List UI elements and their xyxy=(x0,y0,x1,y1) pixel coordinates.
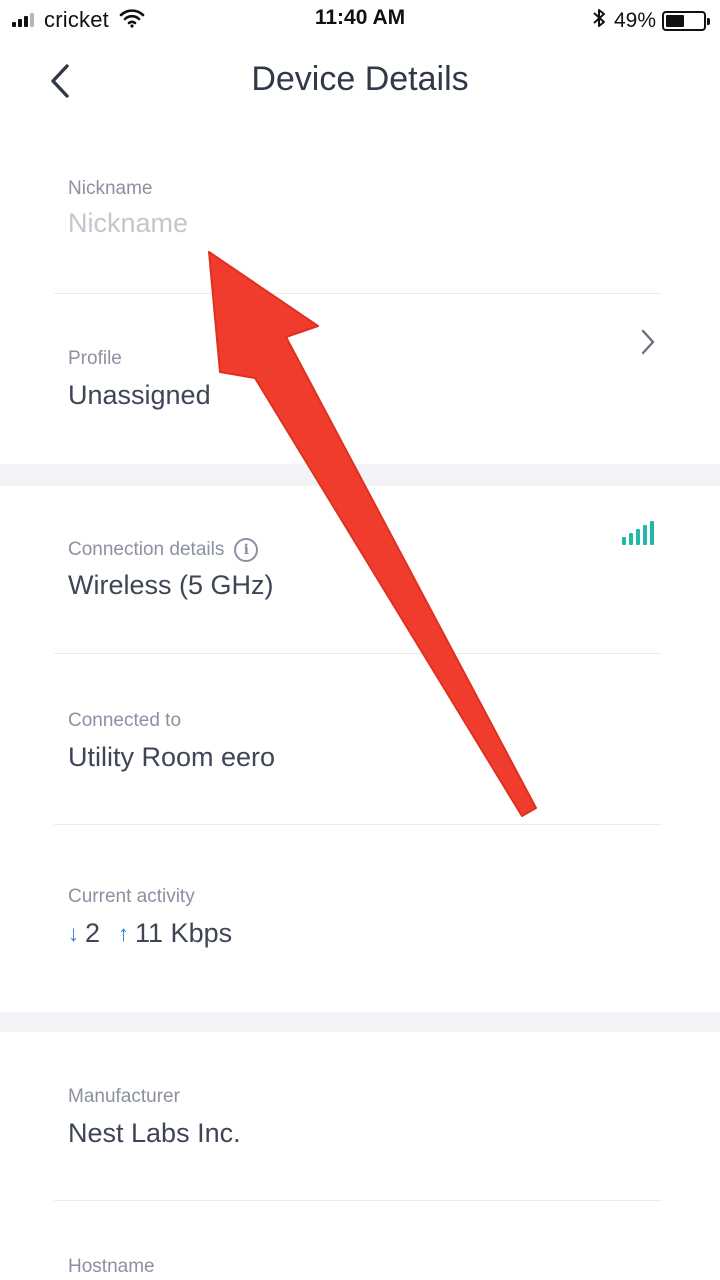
nav-header: Device Details xyxy=(0,40,720,124)
connected-to-row: Connected to Utility Room eero xyxy=(0,654,720,825)
nickname-row[interactable]: Nickname xyxy=(0,124,720,294)
row-divider xyxy=(54,1200,662,1201)
battery-percent: 49% xyxy=(613,8,656,32)
connection-details-label-text: Connection details xyxy=(68,539,225,560)
profile-label: Profile xyxy=(68,348,122,369)
signal-strength-icon xyxy=(619,521,654,545)
manufacturer-row: Manufacturer Nest Labs Inc. xyxy=(0,1032,720,1202)
nickname-input[interactable] xyxy=(68,208,628,239)
connected-to-label: Connected to xyxy=(68,710,182,731)
section-divider xyxy=(0,1012,720,1032)
page-title: Device Details xyxy=(251,60,469,98)
connected-to-value: Utility Room eero xyxy=(68,742,276,772)
download-arrow-icon: ↓ xyxy=(68,920,79,946)
status-bar: cricket 11:40 AM 49% xyxy=(0,0,720,40)
status-bar-right: 49% xyxy=(592,7,710,34)
connection-details-row: Connection details i Wireless (5 GHz) xyxy=(0,486,720,654)
hostname-row: Hostname xyxy=(0,1202,720,1280)
hostname-label: Hostname xyxy=(68,1256,155,1277)
upload-rate: 11 Kbps xyxy=(135,918,233,948)
current-activity-value: ↓ 2 ↑ 11 Kbps xyxy=(68,918,232,949)
info-icon[interactable]: i xyxy=(234,538,259,562)
connection-details-label: Connection details i xyxy=(68,538,259,562)
profile-row[interactable]: Profile Unassigned xyxy=(0,294,720,464)
manufacturer-label: Manufacturer xyxy=(68,1086,180,1107)
identity-section: Nickname Profile Unassigned xyxy=(0,124,720,464)
upload-arrow-icon: ↑ xyxy=(118,920,130,946)
current-activity-row: Current activity ↓ 2 ↑ 11 Kbps xyxy=(0,824,720,1012)
nickname-label: Nickname xyxy=(68,178,153,199)
profile-value: Unassigned xyxy=(68,380,211,410)
device-info-section: Manufacturer Nest Labs Inc. Hostname xyxy=(0,1032,720,1280)
manufacturer-value: Nest Labs Inc. xyxy=(68,1118,241,1148)
download-rate: 2 xyxy=(85,918,101,948)
current-activity-label: Current activity xyxy=(68,886,195,907)
section-divider xyxy=(0,464,720,486)
battery-level-fill xyxy=(666,14,684,27)
bluetooth-icon xyxy=(592,7,606,34)
connection-section: Connection details i Wireless (5 GHz) Co… xyxy=(0,486,720,1012)
chevron-right-icon xyxy=(641,329,655,355)
battery-icon xyxy=(662,10,710,31)
connection-details-value: Wireless (5 GHz) xyxy=(68,570,274,600)
nickname-value xyxy=(68,208,628,239)
